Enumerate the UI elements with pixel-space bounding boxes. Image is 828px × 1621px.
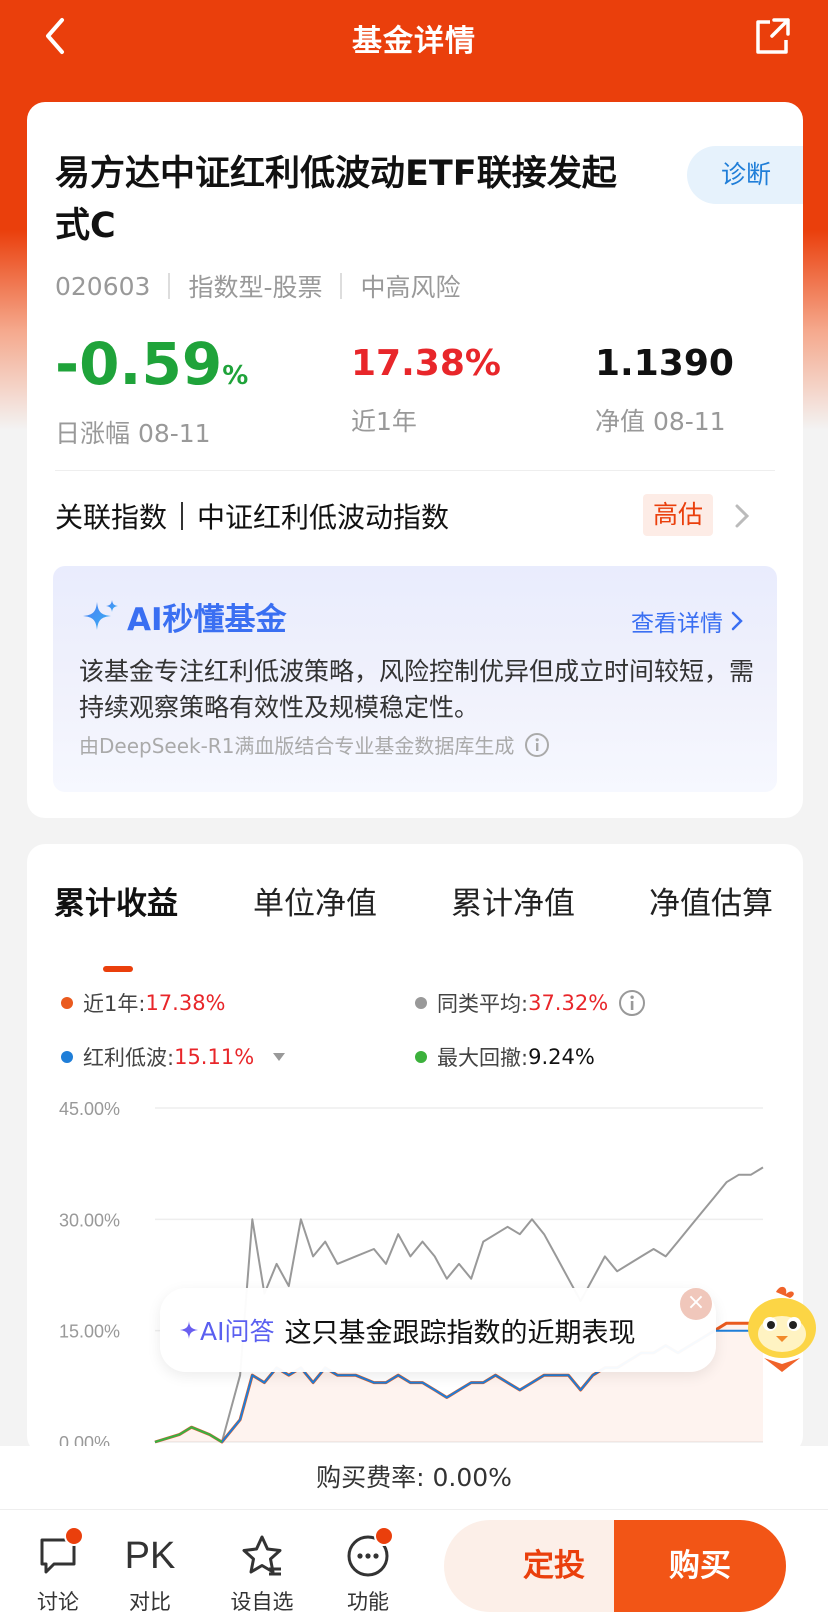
- nav-value: 1.1390: [595, 343, 734, 384]
- daily-change-stat: -0.59% 日涨幅 08-11: [55, 332, 248, 450]
- daily-change-label: 日涨幅 08-11: [55, 419, 211, 448]
- fund-overview-card: 易方达中证红利低波动ETF联接发起式C 诊断 020603 指数型-股票 中高风…: [27, 102, 803, 818]
- diagnose-button[interactable]: 诊断: [687, 146, 803, 204]
- page-title: 基金详情: [352, 24, 476, 59]
- fund-name: 易方达中证红利低波动ETF联接发起式C: [55, 154, 617, 246]
- fund-type: 指数型-股票: [188, 273, 323, 302]
- compare-label: 对比: [129, 1590, 171, 1614]
- divider: [55, 470, 775, 471]
- notification-dot: [374, 1526, 394, 1546]
- y-tick-label: 15.00%: [59, 1322, 120, 1342]
- year-return-value: 17.38%: [351, 343, 501, 384]
- watchlist-label: 设自选: [230, 1590, 294, 1614]
- discuss-label: 讨论: [37, 1590, 79, 1614]
- meta-divider: [168, 273, 171, 299]
- pk-icon: PK: [124, 1535, 176, 1577]
- close-icon[interactable]: ×: [680, 1288, 712, 1320]
- ai-qa-prompt: 这只基金跟踪指数的近期表现: [284, 1317, 636, 1349]
- daily-change-value: -0.59: [55, 330, 223, 398]
- ai-qa-tag-text: AI问答: [200, 1317, 275, 1346]
- y-tick-label: 45.00%: [59, 1099, 120, 1119]
- nav-stat: 1.1390 净值 08-11: [595, 332, 734, 438]
- compare-button[interactable]: PK 对比: [110, 1532, 190, 1616]
- ai-card-title: AI秒懂基金: [79, 594, 287, 639]
- ai-source-text: 由DeepSeek-R1满血版结合专业基金数据库生成: [79, 734, 515, 758]
- daily-change-unit: %: [222, 361, 249, 391]
- ai-detail-label: 查看详情: [631, 611, 723, 637]
- ai-summary-card[interactable]: AI秒懂基金 查看详情 该基金专注红利低波策略，风险控制优异但成立时间较短，需持…: [53, 566, 777, 792]
- ai-qa-bubble[interactable]: AI问答 这只基金跟踪指数的近期表现: [160, 1288, 716, 1372]
- info-icon[interactable]: [524, 732, 550, 758]
- valuation-badge: 高估: [642, 494, 713, 536]
- nav-bar: 基金详情: [0, 0, 828, 76]
- bottom-action-bar: 讨论 PK 对比 设自选 功能 定投 购买: [0, 1510, 828, 1621]
- y-tick-label: 30.00%: [59, 1210, 120, 1230]
- year-return-stat: 17.38% 近1年: [351, 332, 501, 438]
- ai-qa-tag: AI问答: [178, 1312, 274, 1348]
- features-label: 功能: [347, 1590, 389, 1614]
- add-watchlist-button[interactable]: 设自选: [222, 1532, 302, 1616]
- related-index-label: 关联指数: [55, 501, 168, 534]
- year-return-label: 近1年: [351, 407, 417, 436]
- chevron-right-icon: [731, 611, 743, 631]
- ai-card-title-text: AI秒懂基金: [127, 602, 287, 638]
- mascot-avatar[interactable]: [736, 1284, 828, 1374]
- star-add-icon: [242, 1535, 282, 1576]
- related-divider: [181, 502, 184, 530]
- related-index-name: 中证红利低波动指数: [197, 501, 450, 534]
- share-icon[interactable]: [752, 14, 792, 58]
- nav-label: 净值 08-11: [595, 407, 726, 436]
- features-button[interactable]: 功能: [328, 1526, 408, 1616]
- notification-dot: [64, 1526, 84, 1546]
- chevron-right-icon: [733, 502, 751, 530]
- fund-risk: 中高风险: [360, 273, 461, 302]
- fund-meta: 020603 指数型-股票 中高风险: [55, 268, 460, 304]
- discuss-button[interactable]: 讨论: [18, 1526, 98, 1616]
- ai-detail-link[interactable]: 查看详情: [631, 604, 743, 638]
- ai-summary-text: 该基金专注红利低波策略，风险控制优异但成立时间较短，需持续观察策略有效性及规模稳…: [79, 657, 755, 722]
- buy-button[interactable]: 购买: [614, 1520, 786, 1612]
- sparkle-icon: [180, 1321, 198, 1339]
- meta-divider: [340, 273, 343, 299]
- fund-code: 020603: [55, 271, 151, 301]
- purchase-fee-rate: 购买费率: 0.00%: [0, 1446, 828, 1510]
- sparkle-icon: [83, 599, 118, 630]
- ai-source-note: 由DeepSeek-R1满血版结合专业基金数据库生成: [79, 730, 550, 759]
- related-index-row[interactable]: 关联指数 中证红利低波动指数 高估: [55, 478, 775, 554]
